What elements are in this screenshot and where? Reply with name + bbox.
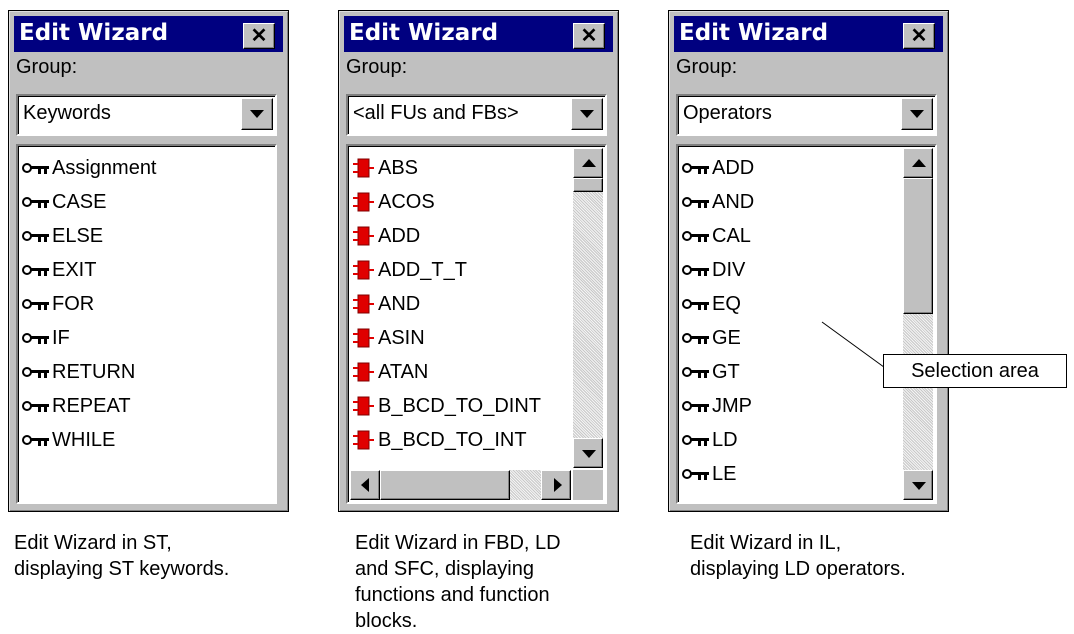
selection-area-callout: Selection area xyxy=(883,354,1067,388)
callout-leader-line xyxy=(821,321,889,371)
